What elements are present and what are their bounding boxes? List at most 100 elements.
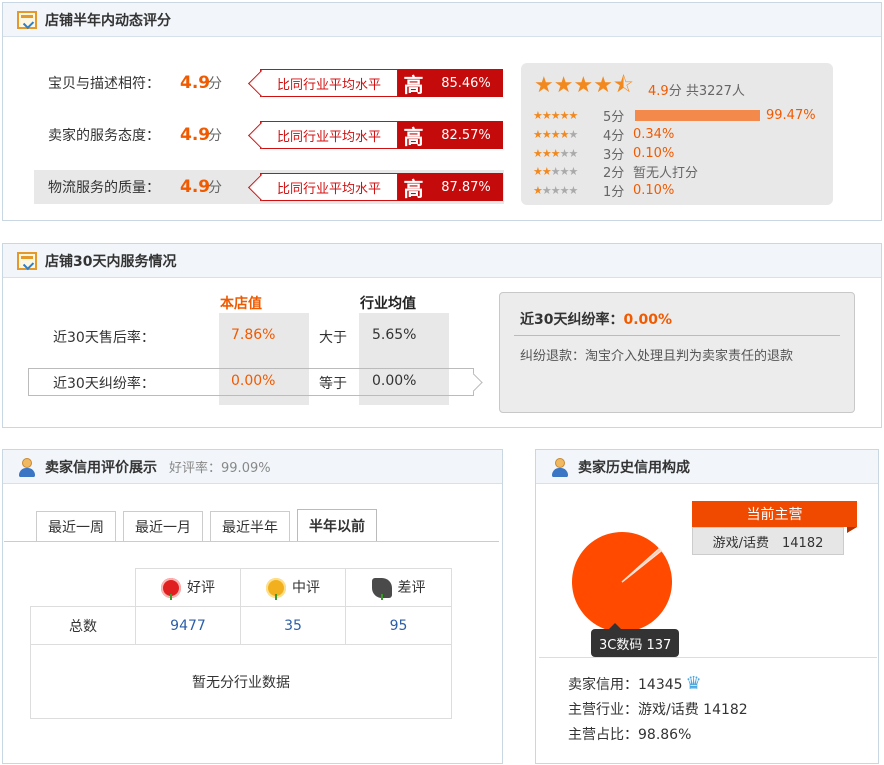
dispute-industry-value: 0.00% [372, 373, 417, 389]
main-industry-line: 主营行业：游戏/话费 14182 [568, 699, 748, 719]
good-header-label: 好评 [187, 580, 215, 596]
table-corner [30, 568, 136, 607]
compare-percent: 82.57% [429, 121, 503, 149]
rating-score: 4.9 [180, 125, 211, 145]
bad-count[interactable]: 95 [345, 606, 452, 645]
divider [539, 657, 877, 658]
seller-credit-line: 卖家信用：14345 [568, 673, 706, 694]
dist-label: 3分 [603, 147, 625, 163]
dist-row-3: ★★★★★ 3分 0.10% [533, 144, 675, 163]
industry-compare: 比同行业平均水平 高 85.46% [260, 69, 503, 97]
small-stars: ★★★★★ [533, 146, 578, 160]
panel-title: 卖家信用评价展示 [45, 459, 157, 476]
service30-header: 店铺30天内服务情况 [3, 244, 881, 278]
credit-pie-chart [572, 532, 672, 632]
panel-title: 店铺30天内服务情况 [45, 253, 177, 270]
industry-avg-header: 行业均值 [360, 296, 416, 312]
dispute-label: 近30天纠纷率： [53, 376, 155, 392]
divider [514, 335, 840, 336]
summary-score: 4.9分 共3227人 [648, 80, 745, 99]
tab-last-half-year[interactable]: 最近半年 [210, 511, 290, 541]
rating-unit: 分 [208, 76, 222, 92]
star-icon: ★ [573, 73, 594, 98]
bad-header: 差评 [345, 568, 452, 607]
rating-label: 宝贝与描述相符： [48, 76, 160, 92]
panel-title: 卖家历史信用构成 [578, 459, 690, 476]
rating-unit: 分 [208, 180, 222, 196]
dist-label: 5分 [603, 109, 625, 125]
summary-stars: ★ ★ ★ ★ ⯪ [534, 75, 634, 97]
panel-title: 店铺半年内动态评分 [45, 12, 171, 29]
good-count[interactable]: 9477 [135, 606, 241, 645]
industry-compare: 比同行业平均水平 高 82.57% [260, 121, 503, 149]
star-icon: ★ [593, 73, 613, 98]
red-flower-icon [161, 578, 181, 600]
mid-header-label: 中评 [292, 580, 320, 596]
dist-bar [635, 109, 760, 121]
good-rate-label: 好评率： [169, 461, 222, 476]
good-rate-value: 99.09% [221, 461, 271, 476]
summary-unit: 分 [668, 84, 682, 99]
rating-row-logistics: 物流服务的质量： 4.9 分 比同行业平均水平 高 87.87% [34, 170, 504, 204]
credit-table: 好评 中评 差评 总数 9477 35 95 暂无分行业数据 [30, 568, 452, 719]
rating-score: 4.9 [180, 73, 211, 93]
dist-row-1: ★★★★★ 1分 0.10% [533, 181, 675, 200]
credit-header: 卖家信用评价展示 好评率：99.09% [3, 450, 502, 484]
dist-row-4: ★★★★★ 4分 0.34% [533, 125, 675, 144]
mid-count[interactable]: 35 [240, 606, 346, 645]
dist-label: 1分 [603, 184, 625, 200]
dist-percent: 0.34% [633, 126, 675, 142]
aftersale-relation: 大于 [319, 330, 347, 346]
star-icon: ★ [553, 73, 574, 98]
user-icon [550, 457, 570, 477]
current-main-value: 游戏/话费 14182 [692, 527, 844, 555]
summary-score-value: 4.9 [648, 84, 669, 99]
mid-header: 中评 [240, 568, 346, 607]
seller-credit-value: 14345 [638, 677, 683, 693]
dist-percent: 0.10% [633, 182, 675, 198]
dist-percent: 0.10% [633, 145, 675, 161]
dist-row-2: ★★★★★ 2分 暂无人打分 [533, 162, 699, 181]
dist-label: 4分 [603, 128, 625, 144]
current-main-tag: 当前主营 [692, 501, 857, 533]
bad-header-label: 差评 [397, 580, 426, 596]
tab-before-half-year[interactable]: 半年以前 [297, 509, 377, 541]
credit-tabs: 最近一周 最近一月 最近半年 半年以前 [36, 509, 384, 541]
rating-label: 物流服务的质量： [48, 180, 160, 196]
store-value-header: 本店值 [220, 296, 262, 312]
level-badge: 高 [398, 69, 429, 97]
main-industry-label: 主营行业： [568, 702, 638, 718]
compare-text: 比同行业平均水平 [260, 121, 398, 149]
dispute-relation: 等于 [319, 376, 347, 392]
dispute-title-value: 0.00% [623, 312, 673, 328]
rating-row-service: 卖家的服务态度： 4.9 分 比同行业平均水平 高 82.57% [34, 118, 504, 152]
wilted-flower-icon [371, 578, 392, 600]
pie-tooltip: 3C数码 137 [591, 623, 680, 657]
dist-label: 2分 [603, 165, 625, 181]
main-ratio-label: 主营占比： [568, 727, 638, 743]
tab-divider [4, 541, 499, 542]
yellow-flower-icon [266, 578, 286, 600]
good-header: 好评 [135, 568, 241, 607]
industry-compare: 比同行业平均水平 高 87.87% [260, 173, 503, 201]
small-stars: ★★★★★ [533, 108, 578, 122]
dispute-store-value: 0.00% [231, 373, 276, 389]
rating-row-description: 宝贝与描述相符： 4.9 分 比同行业平均水平 高 85.46% [34, 66, 504, 100]
calendar-icon [17, 251, 37, 270]
small-stars: ★★★★★ [533, 164, 578, 178]
rating-label: 卖家的服务态度： [48, 128, 160, 144]
table-row: 总数 9477 35 95 [30, 606, 452, 645]
row-label: 总数 [30, 606, 136, 645]
main-ratio-value: 98.86% [638, 727, 692, 743]
small-stars: ★★★★★ [533, 183, 578, 197]
table-row: 暂无分行业数据 [30, 644, 452, 719]
dist-none: 暂无人打分 [633, 165, 699, 181]
dispute-desc: 纠纷退款：淘宝介入处理且判为卖家责任的退款 [520, 349, 794, 364]
star-icon: ★ [534, 73, 554, 98]
dynamic-rating-header: 店铺半年内动态评分 [3, 3, 881, 37]
tab-last-month[interactable]: 最近一月 [123, 511, 203, 541]
level-badge: 高 [398, 121, 429, 149]
tab-last-week[interactable]: 最近一周 [36, 511, 116, 541]
user-icon [17, 457, 37, 477]
dispute-title: 近30天纠纷率：0.00% [520, 309, 672, 329]
